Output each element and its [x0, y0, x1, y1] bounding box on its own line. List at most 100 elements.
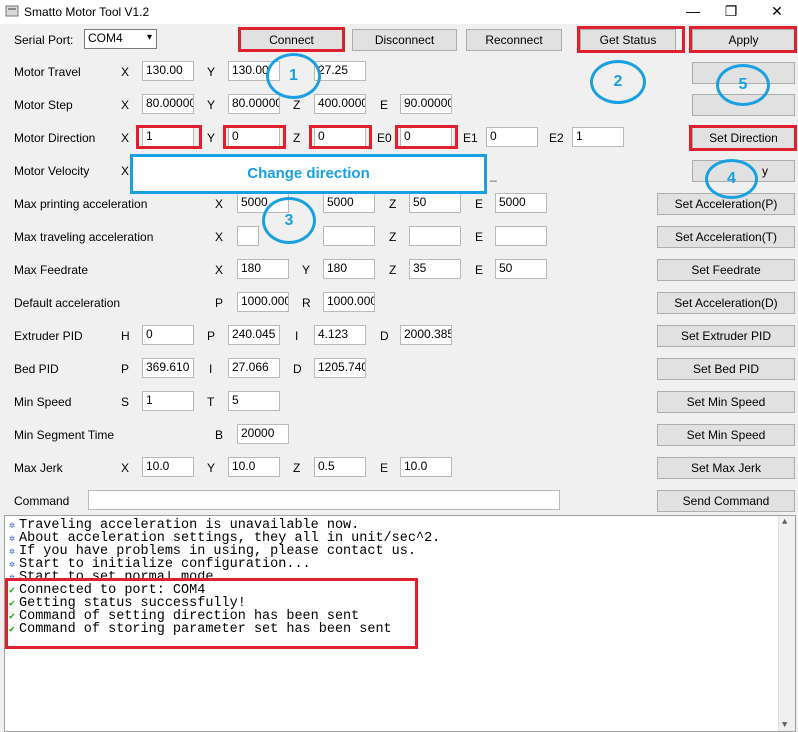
serial-port-label: Serial Port:: [14, 33, 74, 47]
app-icon: [5, 5, 19, 17]
axis-i-label: I: [295, 329, 299, 343]
serial-port-value: COM4: [88, 31, 123, 45]
command-input[interactable]: [88, 490, 560, 510]
log-line: ✲ Start to initialize configuration...: [5, 558, 311, 572]
close-button[interactable]: ✕: [760, 0, 794, 24]
max-travel-acc-e-input[interactable]: [495, 226, 547, 246]
extruder-pid-i-input[interactable]: 4.123: [314, 325, 366, 345]
scroll-down-icon[interactable]: ▼: [782, 720, 787, 730]
axis-x-label: X: [121, 131, 130, 145]
reconnect-button[interactable]: Reconnect: [466, 29, 562, 51]
highlight-apply: [689, 26, 797, 53]
motor-travel-label: Motor Travel: [14, 65, 81, 79]
set-acceleration-d-button[interactable]: Set Acceleration(D): [657, 292, 795, 314]
axis-b-label: B: [215, 428, 224, 442]
max-travel-acc-x-input[interactable]: [237, 226, 259, 246]
max-feedrate-z-input[interactable]: 35: [409, 259, 461, 279]
axis-x-label: X: [121, 164, 130, 178]
field-edge: _: [490, 168, 497, 182]
axis-p-label: P: [121, 362, 130, 376]
max-jerk-y-input[interactable]: 10.0: [228, 457, 280, 477]
motor-travel-z-input[interactable]: 27.25: [314, 61, 366, 81]
motor-step-y-input[interactable]: 80.000000: [228, 94, 280, 114]
motor-step-label: Motor Step: [14, 98, 73, 112]
console-scrollbar[interactable]: ▲ ▼: [778, 516, 795, 731]
axis-e1-label: E1: [463, 131, 478, 145]
max-travel-acc-z-input[interactable]: [409, 226, 461, 246]
serial-port-select[interactable]: COM4 ▾: [84, 29, 157, 49]
min-segment-time-b-input[interactable]: 20000: [237, 424, 289, 444]
set-acceleration-t-button[interactable]: Set Acceleration(T): [657, 226, 795, 248]
max-jerk-label: Max Jerk: [14, 461, 63, 475]
set-max-jerk-button[interactable]: Set Max Jerk: [657, 457, 795, 479]
title-bar: Smatto Motor Tool V1.2 — ❐ ✕: [0, 0, 798, 24]
highlight-connect: [238, 27, 345, 52]
motor-direction-e2-input[interactable]: 1: [572, 127, 624, 147]
motor-step-z-input[interactable]: 400.00000: [314, 94, 366, 114]
bed-pid-i-input[interactable]: 27.066: [228, 358, 280, 378]
highlight-get-status: [577, 26, 685, 53]
axis-x-label: X: [215, 197, 224, 211]
motor-step-x-input[interactable]: 80.000000: [142, 94, 194, 114]
axis-x-label: X: [121, 461, 130, 475]
axis-e-label: E: [475, 197, 484, 211]
default-acceleration-label: Default acceleration: [14, 296, 121, 310]
bed-pid-p-input[interactable]: 369.610: [142, 358, 194, 378]
motor-travel-x-input[interactable]: 130.00: [142, 61, 194, 81]
set-min-speed-button[interactable]: Set Min Speed: [657, 391, 795, 413]
max-jerk-z-input[interactable]: 0.5: [314, 457, 366, 477]
axis-e-label: E: [475, 263, 484, 277]
step-marker-2: 2: [590, 60, 646, 104]
max-jerk-x-input[interactable]: 10.0: [142, 457, 194, 477]
maximize-button[interactable]: ❐: [714, 0, 748, 24]
send-command-button[interactable]: Send Command: [657, 490, 795, 512]
min-speed-t-input[interactable]: 5: [228, 391, 280, 411]
motor-step-e-input[interactable]: 90.000000: [400, 94, 452, 114]
set-min-segment-time-button[interactable]: Set Min Speed: [657, 424, 795, 446]
max-jerk-e-input[interactable]: 10.0: [400, 457, 452, 477]
min-segment-time-label: Min Segment Time: [14, 428, 115, 442]
step-marker-1: 1: [266, 53, 321, 99]
max-printing-acceleration-label: Max printing acceleration: [14, 197, 148, 211]
extruder-pid-label: Extruder PID: [14, 329, 83, 343]
default-acc-p-input[interactable]: 1000.0000: [237, 292, 289, 312]
set-extruder-pid-button[interactable]: Set Extruder PID: [657, 325, 795, 347]
change-direction-callout: Change direction: [130, 154, 487, 194]
bed-pid-d-input[interactable]: 1205.740: [314, 358, 366, 378]
highlight-direction-x: [136, 125, 202, 149]
axis-z-label: Z: [389, 263, 397, 277]
scroll-up-icon[interactable]: ▲: [782, 517, 787, 527]
set-bed-pid-button[interactable]: Set Bed PID: [657, 358, 795, 380]
extruder-pid-h-input[interactable]: 0: [142, 325, 194, 345]
axis-e-label: E: [380, 461, 389, 475]
max-print-acc-e-input[interactable]: 5000: [495, 193, 547, 213]
max-feedrate-y-input[interactable]: 180: [323, 259, 375, 279]
extruder-pid-d-input[interactable]: 2000.385: [400, 325, 452, 345]
axis-h-label: H: [121, 329, 130, 343]
default-acc-r-input[interactable]: 1000.0000: [323, 292, 375, 312]
axis-e-label: E: [475, 230, 484, 244]
step-marker-4: 4: [705, 159, 758, 199]
axis-t-label: T: [207, 395, 215, 409]
highlight-direction-z: [309, 125, 372, 149]
highlight-set-direction: [689, 125, 797, 151]
minimize-button[interactable]: —: [676, 0, 710, 24]
max-traveling-acceleration-label: Max traveling acceleration: [14, 230, 154, 244]
axis-i-label: I: [209, 362, 213, 376]
axis-y-label: Y: [302, 263, 311, 277]
max-travel-acc-y-input[interactable]: [323, 226, 375, 246]
step-marker-3: 3: [262, 197, 316, 244]
max-print-acc-z-input[interactable]: 50: [409, 193, 461, 213]
highlight-direction-e0: [395, 125, 458, 149]
max-feedrate-e-input[interactable]: 50: [495, 259, 547, 279]
motor-direction-e1-input[interactable]: 0: [486, 127, 538, 147]
set-feedrate-button[interactable]: Set Feedrate: [657, 259, 795, 281]
extruder-pid-p-input[interactable]: 240.045: [228, 325, 280, 345]
max-print-acc-y-input[interactable]: 5000: [323, 193, 375, 213]
min-speed-s-input[interactable]: 1: [142, 391, 194, 411]
axis-e2-label: E2: [549, 131, 564, 145]
min-speed-label: Min Speed: [14, 395, 72, 409]
disconnect-button[interactable]: Disconnect: [352, 29, 457, 51]
max-feedrate-x-input[interactable]: 180: [237, 259, 289, 279]
axis-z-label: Z: [293, 461, 301, 475]
